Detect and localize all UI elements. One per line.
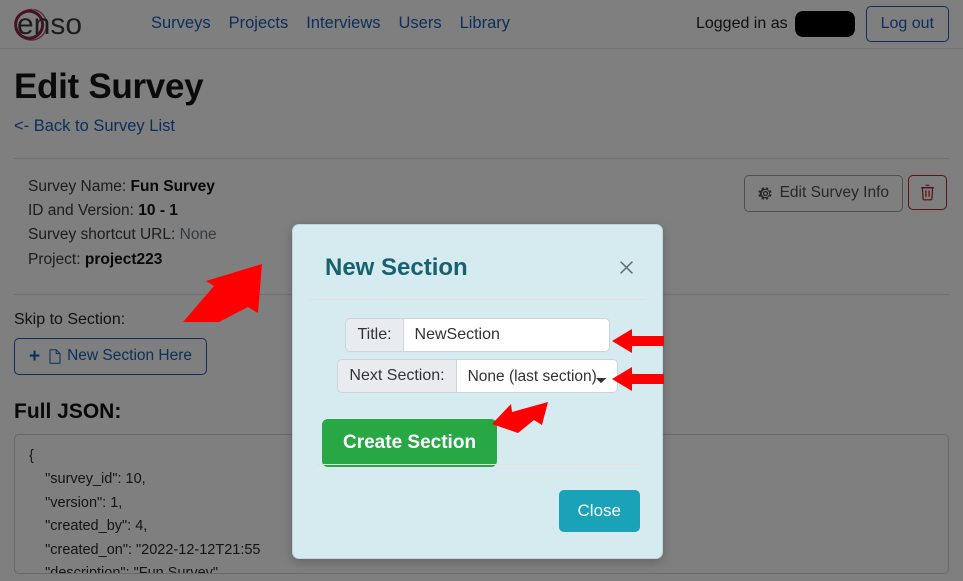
new-section-modal: New Section Title: Next Section: None (l… xyxy=(292,224,663,559)
next-section-field-row: Next Section: None (last section) xyxy=(313,359,642,393)
modal-close-button[interactable]: Close xyxy=(558,490,640,533)
modal-footer: Close xyxy=(293,464,662,558)
next-section-field-label: Next Section: xyxy=(337,359,456,393)
create-section-button[interactable]: Create Section xyxy=(322,419,498,467)
app-root: enso Surveys Projects Interviews Users L… xyxy=(0,0,963,581)
modal-title: New Section xyxy=(325,253,468,281)
close-icon xyxy=(620,261,633,274)
modal-header: New Section xyxy=(293,225,662,291)
modal-body: Title: Next Section: None (last section)… xyxy=(293,300,662,467)
next-section-select[interactable]: None (last section) xyxy=(455,359,618,393)
title-input[interactable] xyxy=(402,318,610,352)
title-field-row: Title: xyxy=(313,318,642,352)
modal-close-x-button[interactable] xyxy=(613,255,640,281)
title-field-label: Title: xyxy=(345,318,403,352)
modal-footer-divider xyxy=(317,464,638,465)
